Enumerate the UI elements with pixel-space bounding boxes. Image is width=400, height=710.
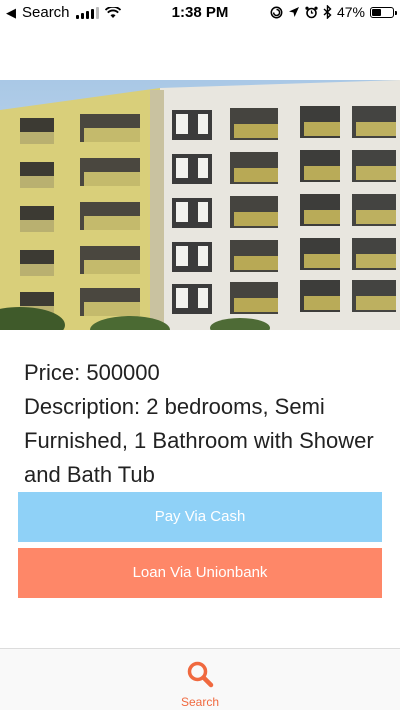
alarm-icon <box>305 6 318 18</box>
apartment-building-photo <box>0 80 400 330</box>
listing-description: Description: 2 bedrooms, Semi Furnished,… <box>24 394 374 487</box>
battery-level <box>372 8 381 16</box>
status-icons: 47% <box>270 4 397 20</box>
battery-icon <box>370 6 397 18</box>
loan-via-unionbank-button[interactable]: Loan Via Unionbank <box>18 548 382 598</box>
listing-price: Price: 500000 <box>24 360 160 385</box>
listing-details: Price: 500000 Description: 2 bedrooms, S… <box>24 356 384 492</box>
tab-search[interactable]: Search <box>160 655 240 710</box>
status-bar: ◀ Search 1:38 PM 47% <box>0 0 400 28</box>
battery-percent: 47% <box>336 4 365 20</box>
location-lock-icon <box>270 6 283 18</box>
search-icon <box>187 661 214 688</box>
tab-bar: Search <box>0 648 400 710</box>
screen: ◀ Search 1:38 PM 47% Price: 500000 Descr… <box>0 0 400 710</box>
pay-via-cash-button[interactable]: Pay Via Cash <box>18 492 382 542</box>
location-arrow-icon <box>288 7 299 17</box>
bluetooth-icon <box>323 5 332 19</box>
tab-search-label: Search <box>180 695 220 709</box>
